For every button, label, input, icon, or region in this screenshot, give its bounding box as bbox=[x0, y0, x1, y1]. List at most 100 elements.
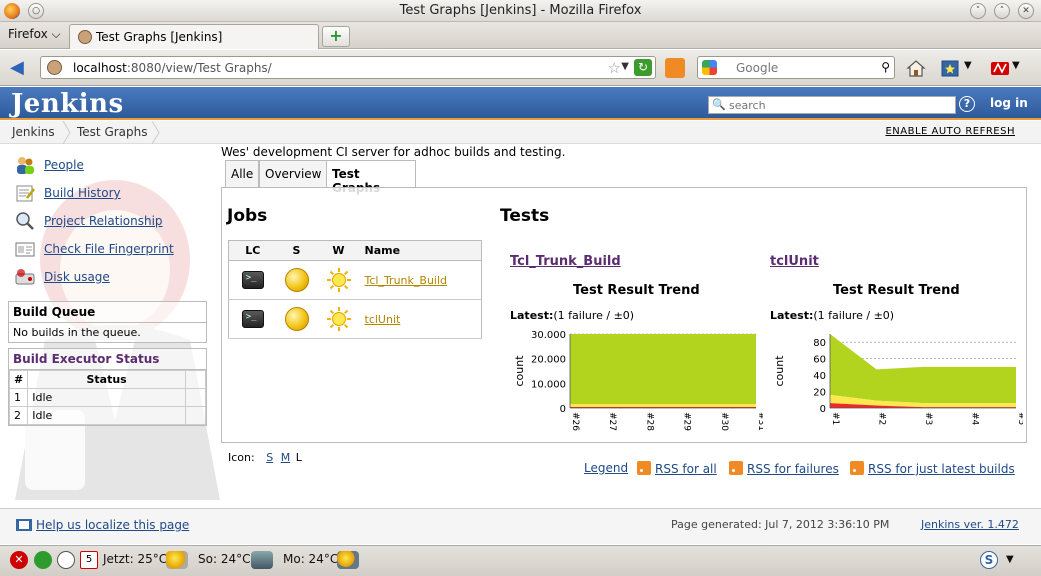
home-icon[interactable] bbox=[906, 58, 926, 78]
sunny-weather-icon bbox=[326, 307, 351, 331]
tab-alle[interactable]: Alle bbox=[225, 160, 259, 187]
jenkins-logo[interactable]: Jenkins bbox=[11, 89, 124, 119]
chart-xtick-label: #30 bbox=[719, 412, 729, 431]
legend-link[interactable]: Legend bbox=[584, 461, 628, 475]
test-result-trend-chart[interactable]: count 0 20 40 60 80 #1 #2 #3 #4 #5 bbox=[768, 326, 1023, 434]
skype-icon[interactable]: S bbox=[980, 551, 998, 569]
icon-size-s[interactable]: S bbox=[266, 451, 273, 464]
weather-now[interactable]: Jetzt: 25°C bbox=[103, 552, 167, 566]
bookmarks-icon[interactable] bbox=[940, 58, 960, 78]
console-icon[interactable] bbox=[241, 310, 264, 328]
fritzbox-dropdown-icon[interactable]: ▼ bbox=[1012, 60, 1020, 71]
breadcrumb-jenkins[interactable]: Jenkins bbox=[12, 125, 55, 139]
rss-all-link[interactable]: RSS for all bbox=[655, 462, 717, 476]
tests-heading: Tests bbox=[500, 206, 550, 226]
jenkins-search-input[interactable] bbox=[729, 98, 953, 112]
green-status-icon[interactable] bbox=[34, 551, 52, 569]
sidebar-item-label[interactable]: Build History bbox=[44, 186, 121, 200]
chart-xtick-label: #3 bbox=[923, 412, 933, 425]
help-icon[interactable]: ? bbox=[959, 96, 975, 112]
icon-size-selector: Icon: S M L bbox=[228, 451, 302, 464]
page-footer: Help us localize this page Page generate… bbox=[0, 508, 1041, 544]
executor-status: Idle bbox=[27, 388, 186, 407]
reload-icon[interactable]: ↻ bbox=[634, 59, 652, 76]
trend-title: Test Result Trend bbox=[833, 283, 960, 298]
maximize-button[interactable]: ˄ bbox=[994, 3, 1010, 19]
web-search-box[interactable]: Google ⚲ bbox=[697, 56, 895, 79]
table-row: 1 Idle bbox=[8, 388, 206, 407]
rss-latest-link[interactable]: RSS for just latest builds bbox=[868, 462, 1015, 476]
firefox-menu-button[interactable]: Firefox ⌵ bbox=[8, 27, 61, 42]
yellow-ball-icon bbox=[284, 307, 309, 331]
tab-test-graphs[interactable]: Test Graphs bbox=[326, 160, 416, 195]
rss-failures-link[interactable]: RSS for failures bbox=[747, 462, 839, 476]
sidebar-item-label[interactable]: Project Relationship bbox=[44, 214, 163, 228]
weather-monday[interactable]: Mo: 24°C bbox=[283, 552, 338, 566]
build-queue-panel: Build Queue No builds in the queue. bbox=[8, 301, 207, 343]
close-window-button[interactable]: ✕ bbox=[1018, 3, 1034, 19]
google-engine-icon[interactable] bbox=[702, 60, 717, 75]
minimize-button[interactable]: ˅ bbox=[970, 3, 986, 19]
jenkins-header: Jenkins 🔍 ? log in bbox=[0, 87, 1041, 120]
build-executor-status-link[interactable]: Build Executor Status bbox=[13, 352, 159, 366]
job-link-tclunit[interactable]: tclUnit bbox=[365, 313, 401, 326]
rss-icon bbox=[637, 461, 651, 475]
bookmarks-dropdown-icon[interactable]: ▼ bbox=[964, 60, 972, 71]
trend-latest-value: (1 failure / ±0) bbox=[813, 309, 895, 322]
breadcrumb-test-graphs[interactable]: Test Graphs bbox=[77, 125, 148, 139]
trend-latest-label: Latest: bbox=[510, 309, 554, 322]
job-link-tcl-trunk-build[interactable]: Tcl_Trunk_Build bbox=[365, 274, 448, 287]
rss-icon bbox=[729, 461, 743, 475]
breadcrumb: Jenkins Test Graphs ENABLE AUTO REFRESH bbox=[0, 121, 1041, 144]
chart-ytick-label: 40 bbox=[813, 371, 826, 382]
url-bar[interactable]: localhost:8080/view/Test Graphs/ ☆ ▼ ↻ bbox=[40, 56, 656, 79]
jobs-col-lc: LC bbox=[228, 240, 277, 261]
sidebar-item-label[interactable]: Disk usage bbox=[44, 270, 110, 284]
project-link-tcl-trunk-build[interactable]: Tcl_Trunk_Build bbox=[510, 254, 621, 269]
chart-xtick-label: #29 bbox=[682, 412, 692, 431]
browser-tab[interactable]: Test Graphs [Jenkins] bbox=[69, 24, 319, 49]
statusbar-dropdown-icon[interactable]: ▼ bbox=[1006, 554, 1014, 565]
fritzbox-icon[interactable] bbox=[990, 58, 1010, 78]
trend-latest-label: Latest: bbox=[770, 309, 814, 322]
binoculars-icon[interactable]: ⚲ bbox=[881, 60, 890, 74]
icon-size-m[interactable]: M bbox=[281, 451, 291, 464]
weather-sunday[interactable]: So: 24°C bbox=[198, 552, 250, 566]
executor-status: Idle bbox=[27, 406, 186, 425]
tab-overview[interactable]: Overview bbox=[259, 160, 327, 187]
url-history-dropdown-icon[interactable]: ▼ bbox=[621, 61, 629, 72]
sidebar-item-label[interactable]: People bbox=[44, 158, 84, 172]
jobs-col-w: W bbox=[316, 240, 361, 261]
chart-ytick-label: 20.000 bbox=[531, 355, 566, 366]
stop-addon-icon[interactable]: ✕ bbox=[10, 551, 28, 569]
sunny-weather-icon bbox=[326, 268, 351, 292]
enable-auto-refresh-link[interactable]: ENABLE AUTO REFRESH bbox=[885, 126, 1015, 137]
fingerprint-icon bbox=[15, 242, 35, 257]
test-result-trend-chart[interactable]: count 0 10.000 20.000 30.000 #26 #27 #28 #29 #30 #… bbox=[508, 326, 763, 434]
console-icon[interactable] bbox=[241, 271, 264, 289]
site-identity-icon[interactable] bbox=[47, 60, 62, 75]
localize-wrap: Help us localize this page bbox=[16, 518, 189, 532]
rss-feed-icon[interactable] bbox=[665, 58, 685, 78]
table-row: tclUnit bbox=[228, 299, 482, 339]
new-tab-button[interactable]: + bbox=[322, 26, 350, 47]
back-arrow-icon[interactable]: ◀ bbox=[10, 59, 24, 77]
breadcrumb-separator-icon bbox=[151, 121, 160, 144]
jenkins-version-link[interactable]: Jenkins ver. 1.472 bbox=[921, 518, 1019, 531]
yellow-ball-icon bbox=[284, 268, 309, 292]
executor-col-number: # bbox=[8, 370, 29, 389]
project-link-tclunit[interactable]: tclUnit bbox=[770, 254, 819, 269]
chart-ytick-label: 60 bbox=[813, 355, 826, 366]
login-link[interactable]: log in bbox=[990, 96, 1028, 110]
chart-series-area bbox=[830, 334, 1016, 404]
chart-xtick-label: #28 bbox=[644, 412, 654, 431]
sidebar-item-label[interactable]: Check File Fingerprint bbox=[44, 242, 174, 256]
clock-icon[interactable] bbox=[57, 551, 75, 569]
jenkins-search-box[interactable]: 🔍 bbox=[708, 96, 956, 114]
localize-link[interactable]: Help us localize this page bbox=[36, 518, 189, 532]
chart-xtick-label: #1 bbox=[830, 412, 840, 425]
url-host: localhost bbox=[73, 61, 127, 75]
calendar-icon[interactable]: 5 bbox=[80, 551, 98, 569]
rss-all-wrap: RSS for all bbox=[637, 461, 717, 476]
bookmark-star-icon[interactable]: ☆ bbox=[608, 59, 621, 77]
